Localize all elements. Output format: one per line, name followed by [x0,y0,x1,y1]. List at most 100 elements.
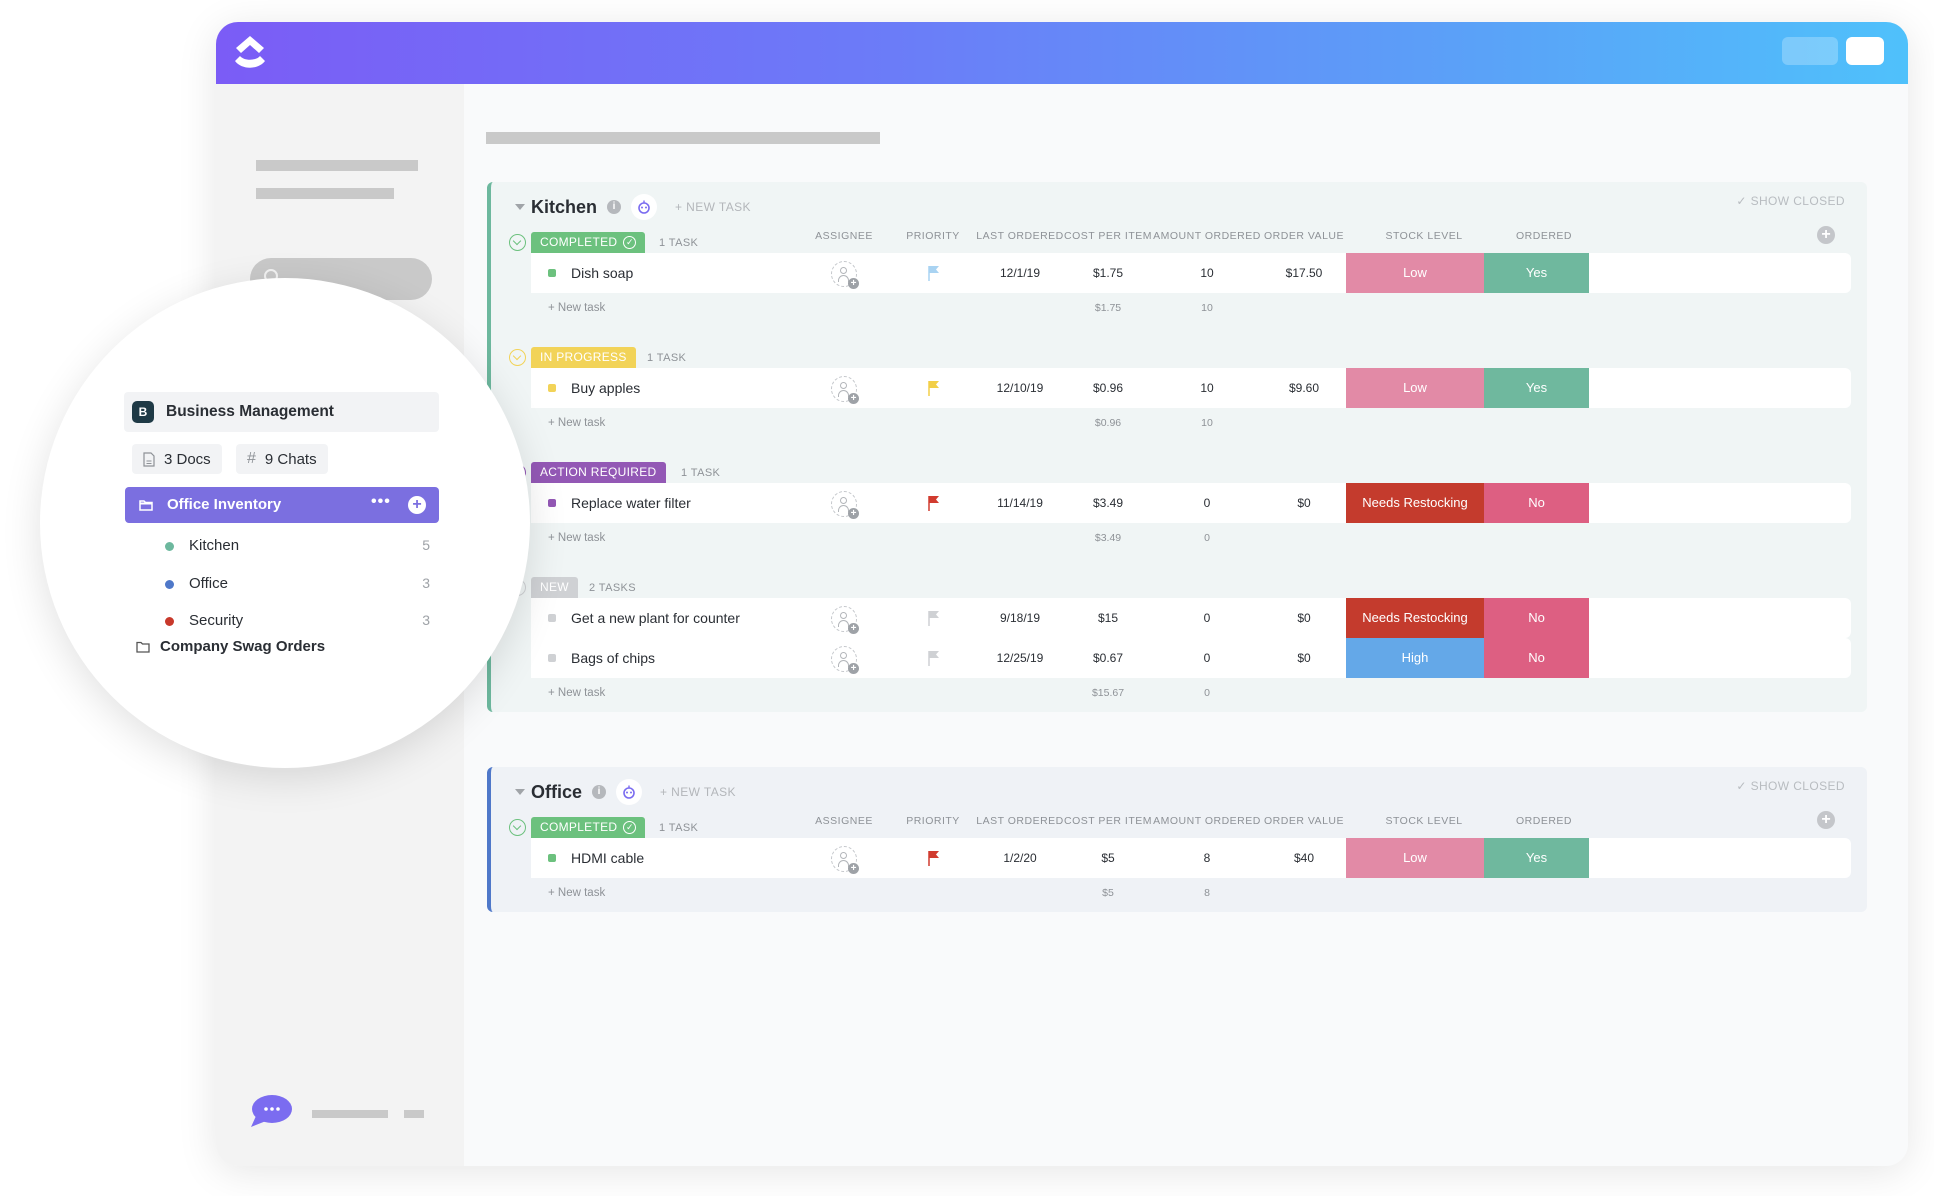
sidebar-list-kitchen[interactable]: Kitchen 5 [165,532,440,562]
amount-ordered-cell[interactable]: 8 [1157,851,1257,865]
chat-bubble-icon[interactable] [248,1094,292,1128]
task-name[interactable]: Dish soap [571,265,633,281]
assignee-add-icon[interactable]: + [831,261,859,289]
add-column-icon[interactable]: + [1817,226,1835,244]
ordered-tag[interactable]: No [1484,598,1589,638]
stock-level-tag[interactable]: High [1346,638,1484,678]
task-status-square[interactable] [548,384,556,392]
ordered-tag[interactable]: Yes [1484,838,1589,878]
new-task-link[interactable]: + New task [548,417,605,429]
task-name[interactable]: Bags of chips [571,650,655,666]
status-badge[interactable]: COMPLETED ✓ [531,817,646,838]
assignee-add-icon[interactable]: + [831,376,859,404]
order-value-cell[interactable]: $9.60 [1254,381,1354,395]
task-name[interactable]: HDMI cable [571,850,644,866]
priority-flag-icon[interactable] [928,495,940,511]
column-header[interactable]: ORDERED [1484,815,1604,827]
sidebar-list-office[interactable]: Office 3 [165,570,440,600]
task-row[interactable]: Dish soap + 12/1/19 $1.75 10 $17.50 Low … [531,253,1851,293]
automation-bot-icon[interactable] [631,194,658,220]
assignee-add-icon[interactable]: + [831,491,859,519]
cost-per-item-cell[interactable]: $3.49 [1058,496,1158,510]
stock-level-tag[interactable]: Needs Restocking [1346,483,1484,523]
group-collapse-toggle[interactable] [509,819,526,836]
status-badge[interactable]: ACTION REQUIRED [531,462,666,483]
task-status-square[interactable] [548,854,556,862]
folder-office-inventory[interactable]: Office Inventory ••• + [125,487,439,523]
task-status-square[interactable] [548,269,556,277]
stock-level-tag[interactable]: Low [1346,253,1484,293]
order-value-cell[interactable]: $40 [1254,851,1354,865]
ordered-tag[interactable]: Yes [1484,368,1589,408]
task-name[interactable]: Get a new plant for counter [571,610,740,626]
last-ordered-cell[interactable]: 11/14/19 [970,496,1070,510]
stock-level-tag[interactable]: Low [1346,368,1484,408]
priority-flag-icon[interactable] [928,650,940,666]
ordered-tag[interactable]: Yes [1484,253,1589,293]
last-ordered-cell[interactable]: 12/1/19 [970,266,1070,280]
amount-ordered-cell[interactable]: 10 [1157,266,1257,280]
ordered-tag[interactable]: No [1484,483,1589,523]
task-row[interactable]: Buy apples + 12/10/19 $0.96 10 $9.60 Low… [531,368,1851,408]
new-task-button[interactable]: + NEW TASK [660,785,736,799]
assignee-add-icon[interactable]: + [831,606,859,634]
task-row[interactable]: Get a new plant for counter + 9/18/19 $1… [531,598,1851,638]
info-icon[interactable]: i [607,200,622,214]
status-badge[interactable]: NEW [531,577,578,598]
chats-chip[interactable]: # 9 Chats [236,444,328,474]
last-ordered-cell[interactable]: 1/2/20 [970,851,1070,865]
cost-per-item-cell[interactable]: $0.67 [1058,651,1158,665]
ordered-tag[interactable]: No [1484,638,1589,678]
clickup-logo-icon[interactable] [230,32,270,74]
last-ordered-cell[interactable]: 9/18/19 [970,611,1070,625]
amount-ordered-cell[interactable]: 0 [1157,496,1257,510]
new-task-link[interactable]: + New task [548,687,605,699]
amount-ordered-cell[interactable]: 0 [1157,651,1257,665]
new-task-link[interactable]: + New task [548,302,605,314]
column-header[interactable]: STOCK LEVEL [1364,815,1484,827]
column-header[interactable]: STOCK LEVEL [1364,230,1484,242]
column-header[interactable]: ORDERED [1484,230,1604,242]
group-collapse-toggle[interactable] [509,234,526,251]
more-options-icon[interactable]: ••• [371,493,391,511]
new-task-link[interactable]: + New task [548,887,605,899]
assignee-add-icon[interactable]: + [831,646,859,674]
add-list-icon[interactable]: + [408,496,426,514]
priority-flag-icon[interactable] [928,850,940,866]
task-name[interactable]: Replace water filter [571,495,691,511]
assignee-add-icon[interactable]: + [831,846,859,874]
stock-level-tag[interactable]: Low [1346,838,1484,878]
last-ordered-cell[interactable]: 12/25/19 [970,651,1070,665]
status-badge[interactable]: COMPLETED ✓ [531,232,646,253]
task-row[interactable]: Replace water filter + 11/14/19 $3.49 0 … [531,483,1851,523]
collapse-caret-icon[interactable] [515,204,525,210]
order-value-cell[interactable]: $0 [1254,611,1354,625]
task-row[interactable]: Bags of chips + 12/25/19 $0.67 0 $0 High… [531,638,1851,678]
topbar-button-secondary[interactable] [1782,37,1838,65]
amount-ordered-cell[interactable]: 0 [1157,611,1257,625]
collapse-caret-icon[interactable] [515,789,525,795]
new-task-button[interactable]: + NEW TASK [675,200,751,214]
new-task-link[interactable]: + New task [548,532,605,544]
last-ordered-cell[interactable]: 12/10/19 [970,381,1070,395]
cost-per-item-cell[interactable]: $0.96 [1058,381,1158,395]
workspace-item[interactable]: B Business Management [124,392,439,432]
cost-per-item-cell[interactable]: $5 [1058,851,1158,865]
folder-company-swag-orders[interactable]: Company Swag Orders [136,638,325,655]
order-value-cell[interactable]: $0 [1254,496,1354,510]
sidebar-list-security[interactable]: Security 3 [165,607,440,637]
docs-chip[interactable]: 3 Docs [132,444,222,474]
stock-level-tag[interactable]: Needs Restocking [1346,598,1484,638]
topbar-button-primary[interactable] [1846,37,1884,65]
cost-per-item-cell[interactable]: $1.75 [1058,266,1158,280]
order-value-cell[interactable]: $0 [1254,651,1354,665]
add-column-icon[interactable]: + [1817,811,1835,829]
show-closed-toggle[interactable]: ✓ SHOW CLOSED [1736,194,1845,208]
status-badge[interactable]: IN PROGRESS [531,347,636,368]
task-name[interactable]: Buy apples [571,380,640,396]
task-status-square[interactable] [548,614,556,622]
column-header[interactable]: ORDER VALUE [1244,815,1364,827]
column-header[interactable]: ORDER VALUE [1244,230,1364,242]
show-closed-toggle[interactable]: ✓ SHOW CLOSED [1736,779,1845,793]
priority-flag-icon[interactable] [928,265,940,281]
